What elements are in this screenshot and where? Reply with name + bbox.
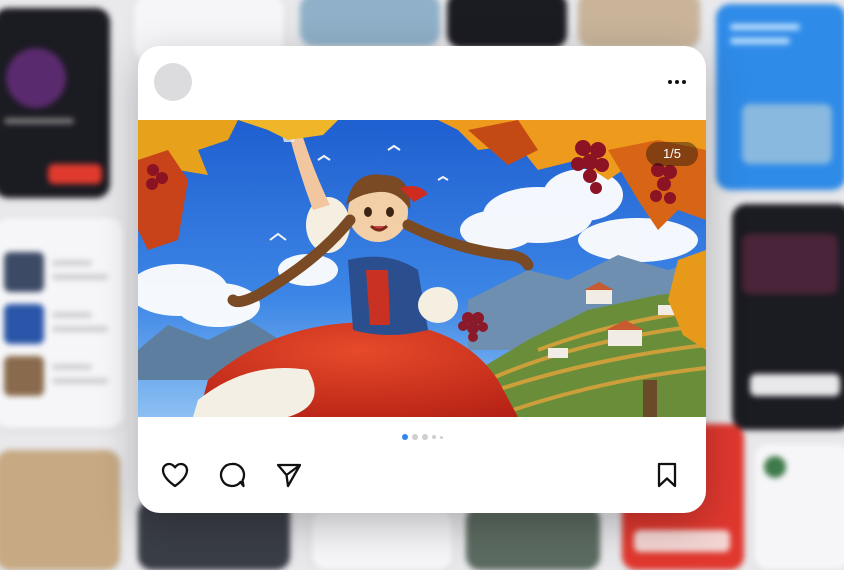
more-options-icon[interactable] (666, 73, 688, 91)
media-counter: 1/5 (646, 142, 698, 166)
bg-card-food (578, 0, 700, 48)
heart-icon (161, 462, 189, 488)
save-button[interactable] (652, 460, 682, 490)
bg-card-dark (447, 0, 567, 48)
comment-bubble-icon (219, 462, 246, 488)
post-card: 1/5 (138, 46, 706, 513)
carousel-dot[interactable] (439, 435, 443, 439)
bg-card-photo (300, 0, 440, 46)
carousel-dot-active[interactable] (401, 434, 408, 440)
post-image[interactable]: 1/5 (138, 120, 706, 417)
bookmark-icon (657, 462, 677, 488)
comment-button[interactable] (217, 460, 247, 490)
bg-card-profile (754, 444, 844, 570)
carousel-dot[interactable] (431, 435, 436, 439)
bg-card-bottom-3 (466, 506, 600, 570)
carousel-dot[interactable] (411, 434, 418, 440)
bg-card-family (716, 4, 844, 190)
carousel-indicator (138, 434, 706, 440)
post-actions (160, 460, 304, 490)
anime-vineyard-illustration (138, 120, 706, 417)
like-button[interactable] (160, 460, 190, 490)
send-icon (276, 463, 302, 488)
carousel-dot[interactable] (421, 434, 428, 440)
bg-card-event (732, 204, 844, 430)
bg-card-recipe (0, 450, 120, 570)
bg-card-bottom-2 (312, 510, 452, 570)
bg-card-concert (0, 8, 110, 198)
share-button[interactable] (274, 460, 304, 490)
avatar[interactable] (154, 63, 192, 101)
bg-card-list (0, 218, 124, 428)
